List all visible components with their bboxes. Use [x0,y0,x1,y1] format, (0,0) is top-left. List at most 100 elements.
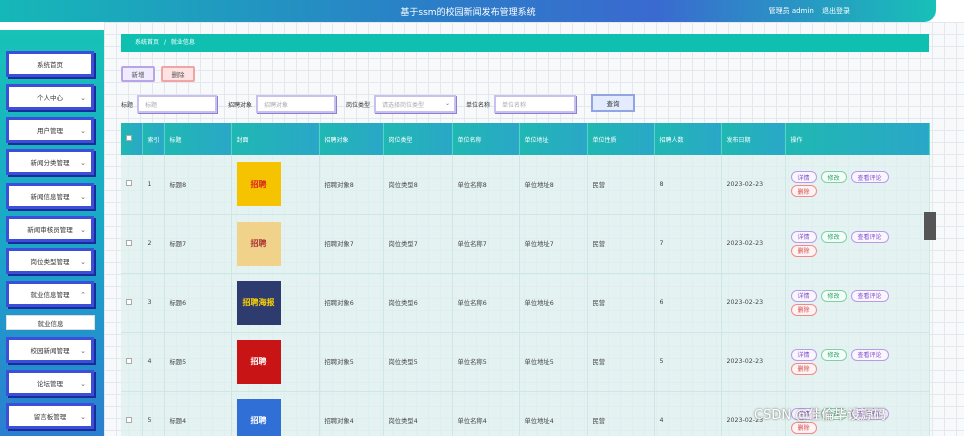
cell-title: 标题5 [164,332,232,392]
col-date: 发布日期 [721,123,786,155]
table-row: 1 标题8 招聘 招聘对象8 岗位类型8 单位名称8 单位地址8 民营 8 2023-02-23 … [121,155,930,215]
cell-address: 单位地址7 [519,214,588,274]
cover-image: 招聘 [236,398,281,436]
view-comments-button[interactable]: 查看评论 [850,230,889,243]
col-address: 单位地址 [519,123,588,155]
chevron-down-icon: ⌄ [80,347,86,355]
row-checkbox[interactable] [121,273,143,333]
cell-target: 招聘对象4 [319,391,384,436]
sidebar-item-employment[interactable]: 就业信息管理 ⌃ [6,281,94,307]
row-checkbox[interactable] [121,391,143,436]
company-filter-input[interactable]: 单位名称 [494,95,577,113]
cell-actions: 详情 修改 查看评论 删除 [785,332,930,392]
edit-button[interactable]: 修改 [820,171,847,184]
cell-target: 招聘对象8 [319,155,384,215]
col-count: 招聘人数 [654,123,722,155]
sidebar-item-news-category[interactable]: 新闻分类管理 ⌄ [6,149,94,175]
target-filter-label: 招聘对象 [228,101,253,109]
cell-count: 4 [654,391,722,436]
detail-button[interactable]: 详情 [790,171,817,184]
table-row: 4 标题5 招聘 招聘对象5 岗位类型5 单位名称5 单位地址5 民营 5 2023-02-23 … [121,332,930,392]
job-type-select[interactable]: 请选择岗位类型 ⌄ [374,95,457,113]
sidebar-item-reviewers[interactable]: 新闻审核员管理 ⌄ [6,216,94,242]
cover-image: 招聘 [236,339,281,384]
cell-title: 标题6 [164,273,232,333]
title-filter-label: 标题 [121,101,134,109]
sidebar-item-label: 岗位类型管理 [30,258,70,266]
cell-nature: 民营 [587,155,655,215]
cell-address: 单位地址6 [519,273,588,333]
col-nature: 单位性质 [587,123,655,155]
cell-index: 1 [142,155,165,215]
chevron-down-icon: ⌄ [80,193,86,201]
cell-address: 单位地址5 [519,332,588,392]
sidebar-item-label: 校园新闻管理 [30,347,70,355]
cell-target: 招聘对象6 [319,273,384,333]
edit-button[interactable]: 修改 [820,348,847,361]
view-comments-button[interactable]: 查看评论 [850,171,889,184]
cell-nature: 民营 [587,273,655,333]
chevron-down-icon: ⌄ [80,226,86,234]
cell-count: 8 [654,155,722,215]
sidebar-item-job-types[interactable]: 岗位类型管理 ⌄ [6,248,94,274]
chevron-down-icon: ⌄ [80,127,86,135]
cell-actions: 详情 修改 查看评论 删除 [785,273,930,333]
row-delete-button[interactable]: 删除 [790,244,817,257]
row-checkbox[interactable] [121,214,143,274]
sidebar-subitem-employment-info[interactable]: 就业信息 [6,315,95,330]
sidebar-item-guestbook[interactable]: 留言板管理 ⌄ [6,403,94,429]
detail-button[interactable]: 详情 [790,289,817,302]
row-delete-button[interactable]: 删除 [790,303,817,316]
sidebar-item-profile[interactable]: 个人中心 ⌄ [6,84,94,110]
col-company: 单位名称 [452,123,520,155]
col-index: 索引 [142,123,165,155]
cell-index: 4 [142,332,165,392]
view-comments-button[interactable]: 查看评论 [850,348,889,361]
watermark: CSDN @佳倫毕设源码 [754,408,887,423]
col-job-type: 岗位类型 [383,123,453,155]
target-filter-input[interactable]: 招聘对象 [256,95,337,113]
sidebar-item-label: 论坛管理 [37,380,63,388]
table-row: 3 标题6 招聘海报 招聘对象6 岗位类型6 单位名称6 单位地址6 民营 6 2023-02-2… [121,273,930,333]
chevron-down-icon: ⌄ [80,159,86,167]
sidebar-item-home[interactable]: 系统首页 [6,51,94,77]
sidebar-item-campus-news[interactable]: 校园新闻管理 ⌄ [6,337,94,363]
top-header: 基于ssm的校园新闻发布管理系统 管理员 admin 退出登录 [0,0,936,22]
cell-job-type: 岗位类型5 [383,332,453,392]
row-checkbox[interactable] [121,332,143,392]
sidebar-item-users[interactable]: 用户管理 ⌄ [6,117,94,143]
edit-button[interactable]: 修改 [820,230,847,243]
view-comments-button[interactable]: 查看评论 [850,289,889,302]
cell-company: 单位名称7 [452,214,520,274]
logout-link[interactable]: 退出登录 [822,7,850,15]
delete-button[interactable]: 删除 [161,66,195,82]
edit-button[interactable]: 修改 [820,289,847,302]
sidebar-item-label: 留言板管理 [33,413,67,421]
sidebar-item-label: 新闻信息管理 [30,193,70,201]
row-checkbox[interactable] [121,155,143,215]
cell-date: 2023-02-23 [721,155,786,215]
chevron-down-icon: ⌄ [444,100,451,107]
row-delete-button[interactable]: 删除 [790,362,817,375]
row-delete-button[interactable]: 删除 [790,421,817,434]
cell-count: 5 [654,332,722,392]
sidebar-item-label: 系统首页 [37,61,63,69]
title-filter-input[interactable]: 标题 [137,95,218,113]
select-all-checkbox[interactable] [121,123,143,155]
col-title: 标题 [164,123,232,155]
sidebar-item-label: 新闻审核员管理 [27,226,73,234]
row-delete-button[interactable]: 删除 [790,185,817,198]
detail-button[interactable]: 详情 [790,348,817,361]
detail-button[interactable]: 详情 [790,230,817,243]
sidebar-item-label: 个人中心 [37,94,63,102]
cell-index: 5 [142,391,165,436]
cell-address: 单位地址8 [519,155,588,215]
add-button[interactable]: 新增 [121,66,155,82]
sidebar-item-news-info[interactable]: 新闻信息管理 ⌄ [6,183,94,209]
search-button[interactable]: 查询 [591,94,635,112]
sidebar-item-forum[interactable]: 论坛管理 ⌄ [6,370,94,396]
breadcrumb-home[interactable]: 系统首页 [135,39,159,46]
side-scroll-button[interactable] [924,212,936,240]
cell-company: 单位名称5 [452,332,520,392]
cell-title: 标题7 [164,214,232,274]
